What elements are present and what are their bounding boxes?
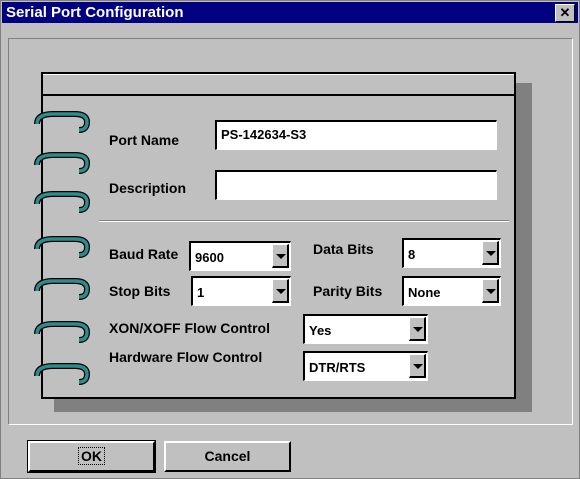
xon-xoff-dropdown-button[interactable] [409,317,426,341]
notebook-header [43,74,514,96]
baud-rate-value: 9600 [195,250,224,265]
stop-bits-select[interactable]: 1 [191,276,291,306]
parity-bits-select[interactable]: None [402,276,501,306]
cancel-button[interactable]: Cancel [164,441,291,472]
chevron-down-icon [413,327,423,332]
ok-button[interactable]: OK [27,440,156,473]
data-bits-dropdown-button[interactable] [482,241,499,265]
chevron-down-icon [276,254,286,259]
parity-bits-value: None [408,285,441,300]
spiral-ring-icon [34,152,91,174]
dialog-window: Serial Port Configuration ✕ Port Name PS… [0,0,580,479]
data-bits-label: Data Bits [313,241,374,257]
hardware-flow-dropdown-button[interactable] [409,354,426,378]
notebook-panel: Port Name PS-142634-S3 Description Baud … [34,72,516,399]
description-label: Description [109,180,187,196]
port-name-input[interactable]: PS-142634-S3 [215,120,497,150]
data-bits-value: 8 [408,247,416,262]
chevron-down-icon [486,289,496,294]
close-button[interactable]: ✕ [555,4,575,22]
baud-rate-select[interactable]: 9600 [189,241,291,271]
ok-button-label: OK [78,447,105,465]
baud-rate-dropdown-button[interactable] [272,244,289,268]
chevron-down-icon [276,289,286,294]
stop-bits-dropdown-button[interactable] [272,279,289,303]
parity-bits-dropdown-button[interactable] [482,279,499,303]
stop-bits-value: 1 [197,285,205,300]
window-title: Serial Port Configuration [6,4,184,21]
parity-bits-label: Parity Bits [313,283,383,299]
spiral-ring-icon [34,236,91,258]
spiral-ring-icon [34,321,91,343]
spiral-ring-icon [34,111,91,133]
description-input[interactable] [215,170,497,200]
hardware-flow-label: Hardware Flow Control [109,349,263,365]
xon-xoff-select[interactable]: Yes [303,314,428,344]
separator [99,220,509,222]
spiral-ring-icon [34,363,91,385]
data-bits-select[interactable]: 8 [402,238,501,268]
port-name-label: Port Name [109,132,180,148]
baud-rate-label: Baud Rate [109,246,179,262]
title-bar[interactable]: Serial Port Configuration ✕ [2,2,578,23]
spiral-ring-icon [34,191,91,213]
hardware-flow-select[interactable]: DTR/RTS [303,351,428,381]
stop-bits-label: Stop Bits [109,283,171,299]
xon-xoff-value: Yes [309,323,332,338]
chevron-down-icon [486,251,496,256]
chevron-down-icon [413,364,423,369]
hardware-flow-value: DTR/RTS [309,360,366,375]
xon-xoff-label: XON/XOFF Flow Control [109,320,270,336]
spiral-ring-icon [34,278,91,300]
